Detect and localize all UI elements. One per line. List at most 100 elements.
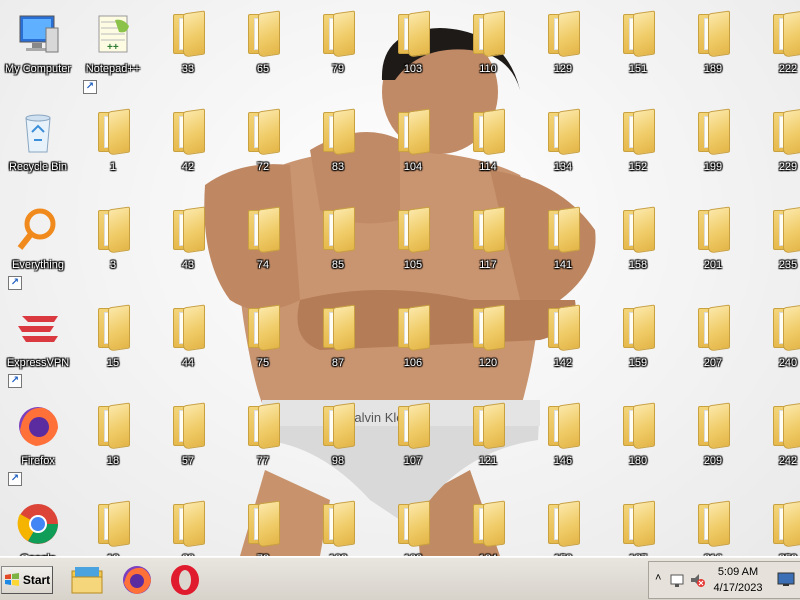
folder-19[interactable]: 19 xyxy=(75,494,151,556)
clock-time[interactable]: 5:09 AM xyxy=(709,566,767,578)
folder-85[interactable]: 85 xyxy=(300,200,376,290)
folder-199[interactable]: 199 xyxy=(675,102,751,192)
folder-107[interactable]: 107 xyxy=(375,396,451,486)
folder-146[interactable]: 146 xyxy=(525,396,601,486)
folder-259[interactable]: 259 xyxy=(750,494,800,556)
firefox-taskbar-icon[interactable] xyxy=(120,563,154,597)
folder-98[interactable]: 98 xyxy=(300,396,376,486)
desktop-icon-notepad-plus-plus[interactable]: ++ ↗ Notepad++ xyxy=(75,4,151,94)
folder-44[interactable]: 44 xyxy=(150,298,226,388)
folder-60[interactable]: 60 xyxy=(150,494,226,556)
folder-180[interactable]: 180 xyxy=(600,396,676,486)
folder-229[interactable]: 229 xyxy=(750,102,800,192)
folder-242[interactable]: 242 xyxy=(750,396,800,486)
folder-icon xyxy=(696,108,730,156)
network-icon[interactable] xyxy=(669,572,685,588)
folder-103[interactable]: 103 xyxy=(375,4,451,94)
folder-201[interactable]: 201 xyxy=(675,200,751,290)
folder-124[interactable]: 124 xyxy=(450,494,526,556)
desktop-icon-label: 235 xyxy=(778,259,798,271)
folder-icon xyxy=(771,206,800,254)
desktop-icon-everything-app[interactable]: ↗ Everything xyxy=(0,200,76,290)
folder-134[interactable]: 134 xyxy=(525,102,601,192)
folder-151[interactable]: 151 xyxy=(600,4,676,94)
desktop-icon-label: 129 xyxy=(553,63,573,75)
folder-icon xyxy=(621,304,655,352)
folder-87[interactable]: 87 xyxy=(300,298,376,388)
desktop-icon-label: 42 xyxy=(181,161,195,173)
folder-65[interactable]: 65 xyxy=(225,4,301,94)
folder-icon xyxy=(771,108,800,156)
desktop-icon-label: 106 xyxy=(403,357,423,369)
folder-207[interactable]: 207 xyxy=(675,298,751,388)
volume-muted-icon[interactable] xyxy=(689,572,705,588)
folder-110[interactable]: 110 xyxy=(450,4,526,94)
desktop-icon-label: 134 xyxy=(553,161,573,173)
folder-icon xyxy=(471,402,505,450)
folder-222[interactable]: 222 xyxy=(750,4,800,94)
folder-18[interactable]: 18 xyxy=(75,396,151,486)
folder-108[interactable]: 108 xyxy=(375,494,451,556)
desktop-icon-firefox[interactable]: ↗ Firefox xyxy=(0,396,76,486)
folder-icon xyxy=(621,10,655,58)
folder-209[interactable]: 209 xyxy=(675,396,751,486)
folder-120[interactable]: 120 xyxy=(450,298,526,388)
folder-1[interactable]: 1 xyxy=(75,102,151,192)
folder-icon xyxy=(621,108,655,156)
desktop-icon-label: 98 xyxy=(331,455,345,467)
folder-117[interactable]: 117 xyxy=(450,200,526,290)
desktop-icon-chrome[interactable]: ↗Google xyxy=(0,494,76,556)
start-button[interactable]: Start xyxy=(1,566,53,594)
folder-187[interactable]: 187 xyxy=(600,494,676,556)
folder-158[interactable]: 158 xyxy=(600,200,676,290)
folder-104[interactable]: 104 xyxy=(375,102,451,192)
folder-129[interactable]: 129 xyxy=(525,4,601,94)
folder-114[interactable]: 114 xyxy=(450,102,526,192)
opera-icon[interactable] xyxy=(168,563,202,597)
folder-77[interactable]: 77 xyxy=(225,396,301,486)
folder-icon xyxy=(246,108,280,156)
folder-74[interactable]: 74 xyxy=(225,200,301,290)
folder-15[interactable]: 15 xyxy=(75,298,151,388)
folder-102[interactable]: 102 xyxy=(300,494,376,556)
folder-216[interactable]: 216 xyxy=(675,494,751,556)
folder-142[interactable]: 142 xyxy=(525,298,601,388)
folder-75[interactable]: 75 xyxy=(225,298,301,388)
action-center-icon[interactable] xyxy=(777,572,795,588)
folder-icon xyxy=(246,402,280,450)
folder-icon xyxy=(471,304,505,352)
desktop-icon-expressvpn[interactable]: ↗ ExpressVPN xyxy=(0,298,76,388)
file-explorer-icon[interactable] xyxy=(70,563,104,597)
clock-date[interactable]: 4/17/2023 xyxy=(709,582,767,594)
desktop-icon-label: Notepad++ xyxy=(85,63,141,75)
folder-33[interactable]: 33 xyxy=(150,4,226,94)
folder-icon xyxy=(396,500,430,548)
folder-121[interactable]: 121 xyxy=(450,396,526,486)
folder-83[interactable]: 83 xyxy=(300,102,376,192)
folder-3[interactable]: 3 xyxy=(75,200,151,290)
folder-79[interactable]: 79 xyxy=(300,4,376,94)
folder-235[interactable]: 235 xyxy=(750,200,800,290)
folder-106[interactable]: 106 xyxy=(375,298,451,388)
folder-icon xyxy=(96,206,130,254)
folder-icon xyxy=(546,206,580,254)
desktop-icon-computer[interactable]: My Computer xyxy=(0,4,76,94)
folder-240[interactable]: 240 xyxy=(750,298,800,388)
folder-150[interactable]: 150 xyxy=(525,494,601,556)
folder-105[interactable]: 105 xyxy=(375,200,451,290)
folder-189[interactable]: 189 xyxy=(675,4,751,94)
folder-141[interactable]: 141 xyxy=(525,200,601,290)
folder-42[interactable]: 42 xyxy=(150,102,226,192)
folder-72[interactable]: 72 xyxy=(225,102,301,192)
desktop-icon-recycle-bin[interactable]: Recycle Bin xyxy=(0,102,76,192)
folder-icon xyxy=(96,108,130,156)
folder-152[interactable]: 152 xyxy=(600,102,676,192)
show-hidden-icons-chevron[interactable]: ˄ xyxy=(655,572,661,584)
desktop-icon-label: 180 xyxy=(628,455,648,467)
chrome-icon xyxy=(17,504,58,544)
folder-43[interactable]: 43 xyxy=(150,200,226,290)
folder-78[interactable]: 78 xyxy=(225,494,301,556)
folder-57[interactable]: 57 xyxy=(150,396,226,486)
folder-159[interactable]: 159 xyxy=(600,298,676,388)
firefox-icon xyxy=(19,407,58,446)
